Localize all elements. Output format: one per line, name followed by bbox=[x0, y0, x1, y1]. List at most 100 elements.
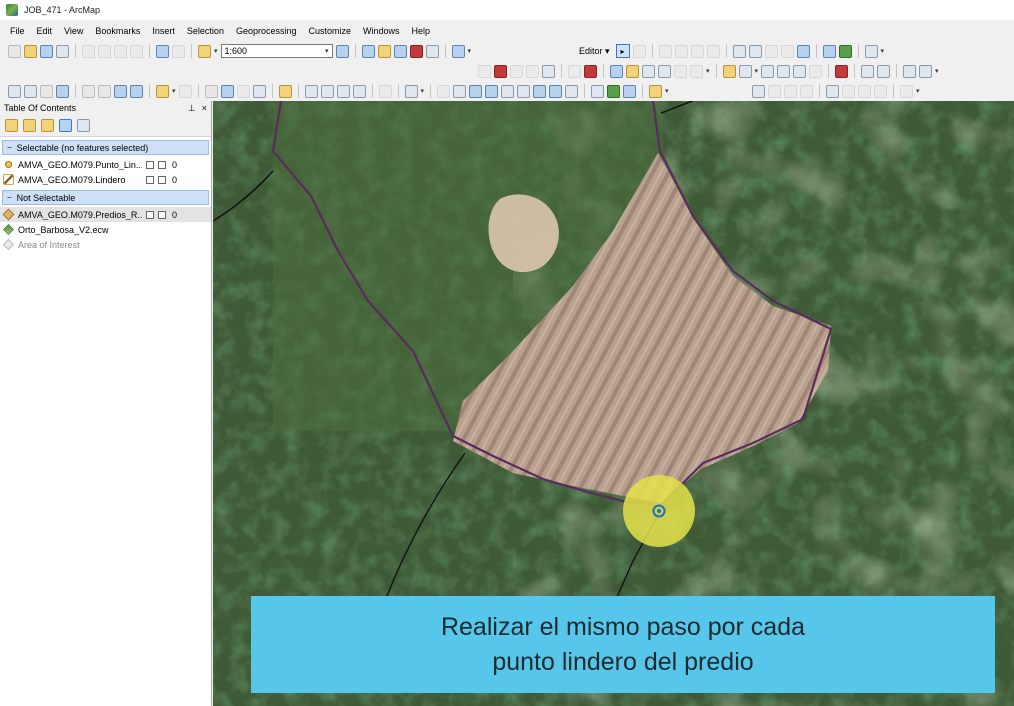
line-intersection-icon[interactable] bbox=[542, 64, 555, 78]
group-not-selectable[interactable]: − Not Selectable bbox=[2, 190, 209, 205]
pan-hand-icon[interactable] bbox=[40, 84, 53, 98]
parcel-divide-icon[interactable] bbox=[858, 84, 871, 98]
toolbar-options-icon[interactable]: ▾ bbox=[881, 47, 885, 55]
topology-icon[interactable] bbox=[610, 64, 623, 78]
geocode-icon[interactable] bbox=[623, 84, 637, 98]
generalize-icon[interactable] bbox=[584, 64, 597, 78]
chevron-down-icon[interactable]: ▾ bbox=[172, 87, 176, 95]
map-scale-combo[interactable]: 1:600 ▾ bbox=[220, 44, 333, 58]
edit-tool-icon[interactable]: ▸ bbox=[615, 44, 630, 58]
close-icon[interactable]: × bbox=[202, 103, 207, 114]
menu-edit[interactable]: Edit bbox=[37, 26, 53, 36]
measure-icon[interactable] bbox=[278, 84, 292, 98]
toolbar-options-icon[interactable]: ▾ bbox=[706, 67, 710, 75]
parcel-editor-icon[interactable] bbox=[752, 84, 765, 98]
collapse-minus-icon[interactable]: − bbox=[7, 193, 12, 202]
edit-vertices-icon[interactable] bbox=[732, 44, 746, 58]
catalog-icon[interactable] bbox=[377, 44, 391, 58]
straight-segment-icon[interactable] bbox=[658, 44, 672, 58]
zoom-out-icon[interactable] bbox=[24, 84, 37, 98]
select-elements-arrow-icon[interactable] bbox=[204, 84, 218, 98]
toolbar-options-icon[interactable]: ▾ bbox=[665, 87, 669, 95]
go-forward-arrow-icon[interactable] bbox=[130, 84, 143, 98]
menu-view[interactable]: View bbox=[64, 26, 83, 36]
split-icon[interactable] bbox=[780, 44, 794, 58]
trace-icon[interactable] bbox=[690, 44, 704, 58]
toolbar-options-icon[interactable]: ▾ bbox=[421, 87, 425, 95]
open-folder-icon[interactable] bbox=[24, 44, 37, 58]
zoom-in-icon[interactable] bbox=[8, 84, 21, 98]
topology-options-icon[interactable] bbox=[565, 84, 579, 98]
undo-icon[interactable] bbox=[156, 44, 169, 58]
point-icon[interactable] bbox=[706, 44, 720, 58]
layer-area-of-interest[interactable]: Area of Interest bbox=[0, 237, 211, 252]
trim-icon[interactable] bbox=[526, 64, 539, 78]
align-edge-icon[interactable] bbox=[674, 64, 687, 78]
go-to-xy-icon[interactable] bbox=[336, 84, 350, 98]
error-inspector-icon[interactable] bbox=[501, 84, 515, 98]
rotate-icon[interactable] bbox=[796, 44, 810, 58]
parcel-points-icon[interactable] bbox=[784, 84, 797, 98]
list-by-visibility-icon[interactable] bbox=[41, 119, 54, 132]
clear-selection-checkbox-icon[interactable] bbox=[158, 160, 166, 169]
show-shared-features-icon[interactable] bbox=[549, 84, 563, 98]
redo-icon[interactable] bbox=[172, 44, 185, 58]
cut-polygons-icon[interactable] bbox=[764, 44, 778, 58]
list-by-selection-icon[interactable] bbox=[59, 119, 72, 132]
fixed-zoom-in-icon[interactable] bbox=[82, 84, 95, 98]
fixed-zoom-out-icon[interactable] bbox=[98, 84, 111, 98]
topology-edit-icon[interactable] bbox=[469, 84, 483, 98]
create-viewer-window-icon[interactable] bbox=[378, 84, 392, 98]
parcel-details-icon[interactable] bbox=[826, 84, 839, 98]
modelbuilder-icon[interactable] bbox=[451, 44, 465, 58]
editor-toolbar-icon[interactable] bbox=[335, 44, 349, 58]
link-table-icon[interactable] bbox=[835, 64, 849, 78]
parcel-lines-icon[interactable] bbox=[768, 84, 781, 98]
toolbar-options-icon[interactable]: ▾ bbox=[935, 67, 939, 75]
menu-file[interactable]: File bbox=[10, 26, 25, 36]
new-document-icon[interactable] bbox=[8, 44, 21, 58]
delete-icon[interactable] bbox=[130, 44, 143, 58]
adjust-menu-icon[interactable] bbox=[738, 64, 752, 78]
menu-customize[interactable]: Customize bbox=[309, 26, 352, 36]
create-features-icon[interactable] bbox=[864, 44, 878, 58]
layer-orto-barbosa[interactable]: Orto_Barbosa_V2.ecw bbox=[0, 222, 211, 237]
group-selectable[interactable]: − Selectable (no features selected) bbox=[2, 140, 209, 155]
map-topology-icon[interactable] bbox=[626, 64, 639, 78]
modify-link-icon[interactable] bbox=[777, 64, 791, 78]
clear-selection-icon[interactable] bbox=[178, 84, 192, 98]
parcel-join-icon[interactable] bbox=[800, 84, 813, 98]
explode-icon[interactable] bbox=[568, 64, 581, 78]
edit-annotation-icon[interactable] bbox=[632, 44, 646, 58]
menu-windows[interactable]: Windows bbox=[363, 26, 400, 36]
menu-insert[interactable]: Insert bbox=[152, 26, 175, 36]
search-window-icon[interactable] bbox=[393, 44, 407, 58]
add-data-icon[interactable] bbox=[198, 44, 211, 58]
snapping-icon[interactable] bbox=[453, 84, 467, 98]
html-popup-icon[interactable] bbox=[252, 84, 266, 98]
edge-match-icon[interactable] bbox=[877, 64, 891, 78]
parcel-buffer-icon[interactable] bbox=[874, 84, 887, 98]
add-data-dropdown-icon[interactable]: ▾ bbox=[214, 47, 218, 55]
multi-displacement-icon[interactable] bbox=[793, 64, 807, 78]
sketch-properties-icon[interactable] bbox=[838, 44, 852, 58]
new-identity-link-icon[interactable] bbox=[809, 64, 823, 78]
attribute-transfer-icon[interactable] bbox=[861, 64, 875, 78]
list-by-source-icon[interactable] bbox=[23, 119, 36, 132]
print-icon[interactable] bbox=[56, 44, 69, 58]
extend-icon[interactable] bbox=[510, 64, 523, 78]
toolbar-options-icon[interactable]: ▾ bbox=[468, 47, 472, 55]
collapse-minus-icon[interactable]: − bbox=[7, 143, 12, 152]
validate-topology-icon[interactable] bbox=[485, 84, 499, 98]
full-extent-globe-icon[interactable] bbox=[56, 84, 69, 98]
clear-selection-checkbox-icon[interactable] bbox=[158, 210, 166, 219]
table-of-contents-icon[interactable] bbox=[361, 44, 375, 58]
shared-features-icon[interactable] bbox=[533, 84, 547, 98]
save-icon[interactable] bbox=[40, 44, 53, 58]
parcel-merge-icon[interactable] bbox=[842, 84, 855, 98]
clear-selection-checkbox-icon[interactable] bbox=[158, 175, 166, 184]
find-route-icon[interactable] bbox=[320, 84, 334, 98]
editor-menu-button[interactable]: Editor ▾ bbox=[576, 46, 613, 57]
chevron-down-icon[interactable]: ▾ bbox=[755, 67, 759, 75]
pin-icon[interactable]: ⊥ bbox=[188, 103, 196, 114]
